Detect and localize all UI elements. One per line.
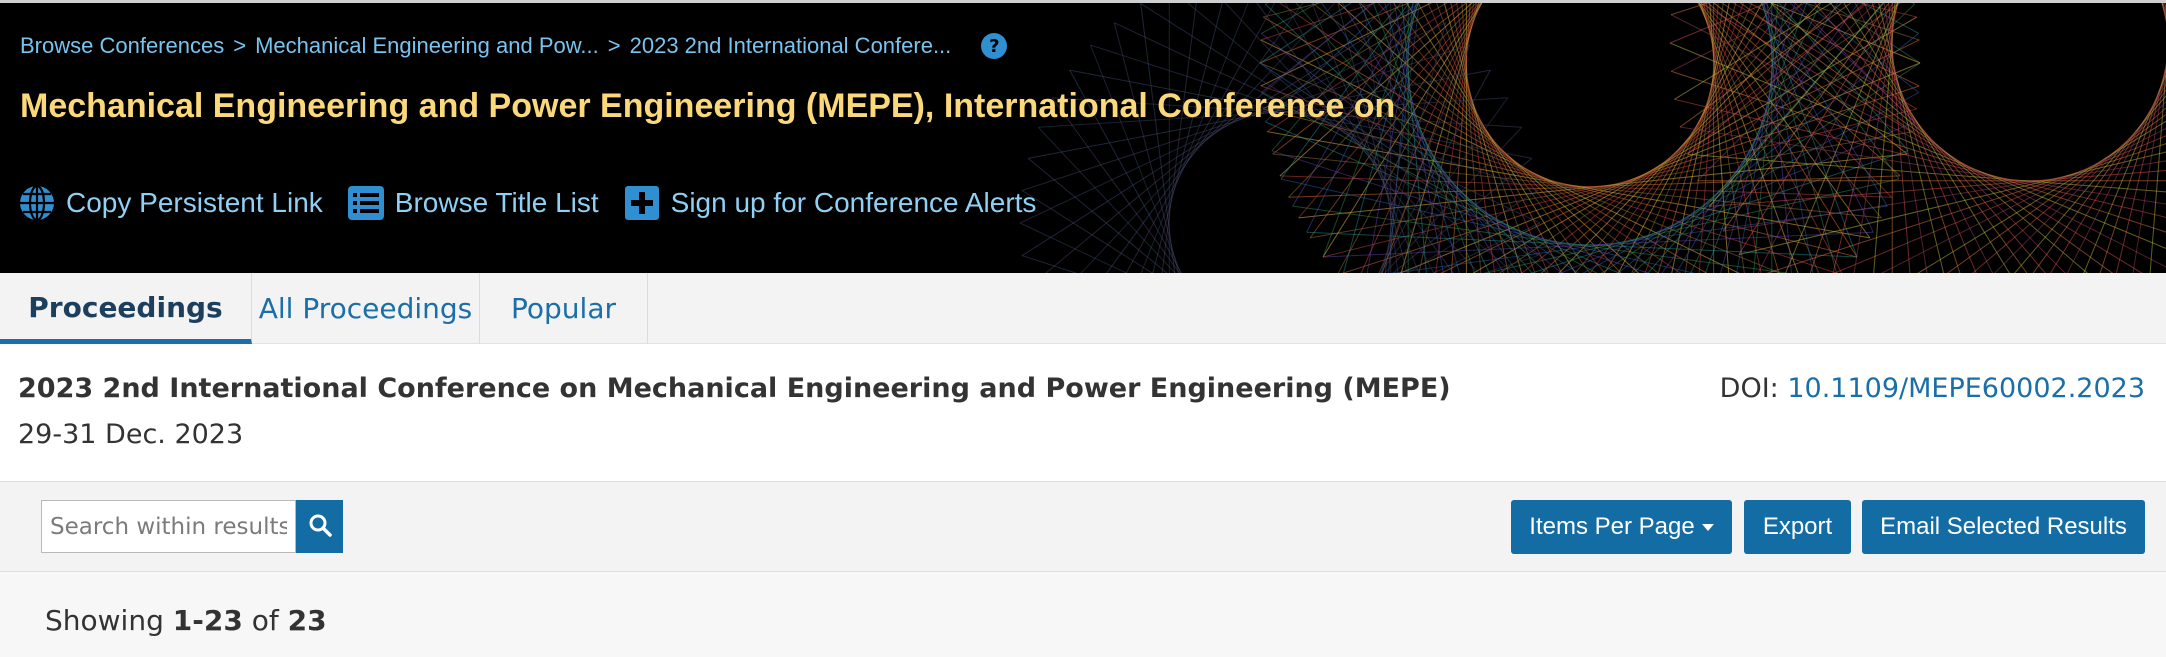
proceeding-dates: 29-31 Dec. 2023 — [18, 419, 244, 450]
email-selected-results-button[interactable]: Email Selected Results — [1862, 500, 2145, 554]
breadcrumb: Browse Conferences > Mechanical Engineer… — [20, 31, 1008, 61]
doi-link[interactable]: 10.1109/MEPE60002.2023 — [1787, 373, 2145, 404]
tab-popular[interactable]: Popular — [480, 273, 648, 344]
items-per-page-dropdown[interactable]: Items Per Page — [1511, 500, 1732, 554]
results-of: of — [251, 604, 279, 637]
search-within-results-input[interactable] — [41, 500, 296, 553]
doi-label: DOI: — [1719, 373, 1779, 404]
proceedings-tabs: Proceedings All Proceedings Popular — [0, 273, 2166, 344]
doi: DOI: 10.1109/MEPE60002.2023 — [1720, 373, 2145, 404]
proceeding-title: 2023 2nd International Conference on Mec… — [18, 373, 1451, 404]
results-total: 23 — [287, 604, 327, 637]
list-icon — [347, 184, 385, 222]
conference-title: Mechanical Engineering and Power Enginee… — [20, 87, 1396, 125]
results-range: 1-23 — [172, 604, 243, 637]
copy-persistent-link-label: Copy Persistent Link — [66, 187, 323, 218]
breadcrumb-separator: > — [607, 33, 621, 58]
conference-banner: Browse Conferences > Mechanical Engineer… — [0, 0, 2166, 273]
caret-down-icon — [1701, 523, 1714, 531]
breadcrumb-separator: > — [233, 33, 247, 58]
results-count: Showing 1-23 of 23 — [45, 604, 327, 637]
results-summary: Showing 1-23 of 23 — [0, 572, 2166, 657]
items-per-page-label: Items Per Page — [1529, 513, 1695, 540]
browse-title-list-button[interactable]: Browse Title List — [347, 184, 599, 222]
search-icon — [308, 513, 332, 540]
tab-proceedings[interactable]: Proceedings — [0, 273, 252, 344]
copy-persistent-link-button[interactable]: Copy Persistent Link — [18, 184, 323, 222]
browse-title-list-label: Browse Title List — [394, 187, 599, 218]
export-button[interactable]: Export — [1744, 500, 1851, 554]
breadcrumb-current-conference[interactable]: 2023 2nd International Confere... — [630, 33, 952, 59]
proceeding-info: 2023 2nd International Conference on Mec… — [0, 345, 2166, 481]
breadcrumb-conference-series[interactable]: Mechanical Engineering and Pow... — [255, 33, 599, 59]
globe-icon — [18, 184, 56, 222]
help-icon[interactable]: ? — [981, 33, 1008, 59]
conference-alerts-signup-label: Sign up for Conference Alerts — [670, 187, 1037, 218]
search-button[interactable] — [296, 500, 343, 553]
conference-actions: Copy Persistent Link Browse Title List S… — [18, 184, 1060, 222]
plus-icon — [623, 184, 661, 222]
results-prefix: Showing — [45, 604, 164, 637]
tab-all-proceedings[interactable]: All Proceedings — [252, 273, 480, 344]
breadcrumb-browse-conferences[interactable]: Browse Conferences — [20, 33, 224, 59]
conference-alerts-signup-button[interactable]: Sign up for Conference Alerts — [623, 184, 1037, 222]
results-toolbar: Items Per Page Export Email Selected Res… — [0, 481, 2166, 572]
